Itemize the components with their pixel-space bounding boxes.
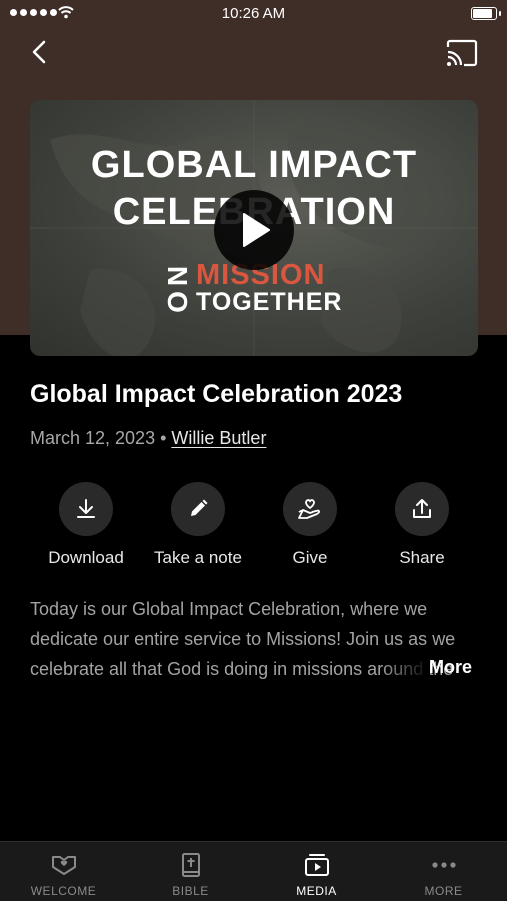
video-thumbnail[interactable]: GLOBAL IMPACT CELEBRATION N O MISSION TO… [30, 100, 478, 356]
download-button[interactable]: Download [30, 482, 142, 568]
handshake-heart-icon [51, 856, 76, 875]
status-time: 10:26 AM [221, 5, 286, 22]
media-play-icon [304, 854, 329, 876]
tab-more[interactable]: MORE [380, 842, 507, 901]
take-note-label: Take a note [154, 548, 242, 567]
bottom-tab-bar: WELCOME BIBLE MEDIA MORE [0, 841, 507, 901]
logo-on-letter-o: N [162, 265, 193, 287]
give-button[interactable]: Give [254, 482, 366, 568]
cast-icon[interactable] [445, 38, 479, 68]
give-label: Give [292, 548, 328, 567]
download-label: Download [48, 548, 124, 567]
logo-on-text: N O [162, 262, 193, 316]
tab-welcome[interactable]: WELCOME [0, 842, 127, 901]
share-button[interactable]: Share [366, 482, 478, 568]
tab-bible-label: BIBLE [172, 884, 209, 898]
tab-welcome-label: WELCOME [30, 884, 97, 898]
sermon-title: Global Impact Celebration 2023 [30, 380, 403, 408]
more-description-button[interactable]: More [429, 657, 472, 678]
tab-media[interactable]: MEDIA [253, 842, 380, 901]
tab-more-label: MORE [424, 884, 463, 898]
share-label: Share [399, 548, 445, 567]
battery-icon [471, 7, 501, 20]
tab-bible[interactable]: BIBLE [127, 842, 254, 901]
thumbnail-title-line-1: GLOBAL IMPACT [90, 144, 418, 186]
share-icon [413, 499, 431, 518]
sermon-meta: March 12, 2023 • Willie Butler [30, 428, 266, 449]
download-icon [77, 499, 95, 518]
take-note-button[interactable]: Take a note [142, 482, 254, 568]
sermon-date: March 12, 2023 [30, 428, 156, 448]
play-icon [243, 213, 270, 247]
meta-separator: • [160, 428, 167, 448]
description-fade [380, 654, 430, 684]
status-bar: 10:26 AM [0, 0, 507, 28]
pencil-icon [191, 499, 208, 516]
logo-together-text: TOGETHER [196, 288, 343, 316]
bible-icon [181, 853, 200, 877]
tab-media-label: MEDIA [296, 884, 337, 898]
more-dots-icon [431, 862, 456, 868]
back-chevron-icon[interactable] [25, 36, 57, 68]
speaker-link[interactable]: Willie Butler [171, 428, 266, 448]
play-button[interactable] [214, 190, 294, 270]
logo-on-letter-n: O [162, 291, 193, 313]
give-heart-hand-icon [298, 499, 320, 519]
